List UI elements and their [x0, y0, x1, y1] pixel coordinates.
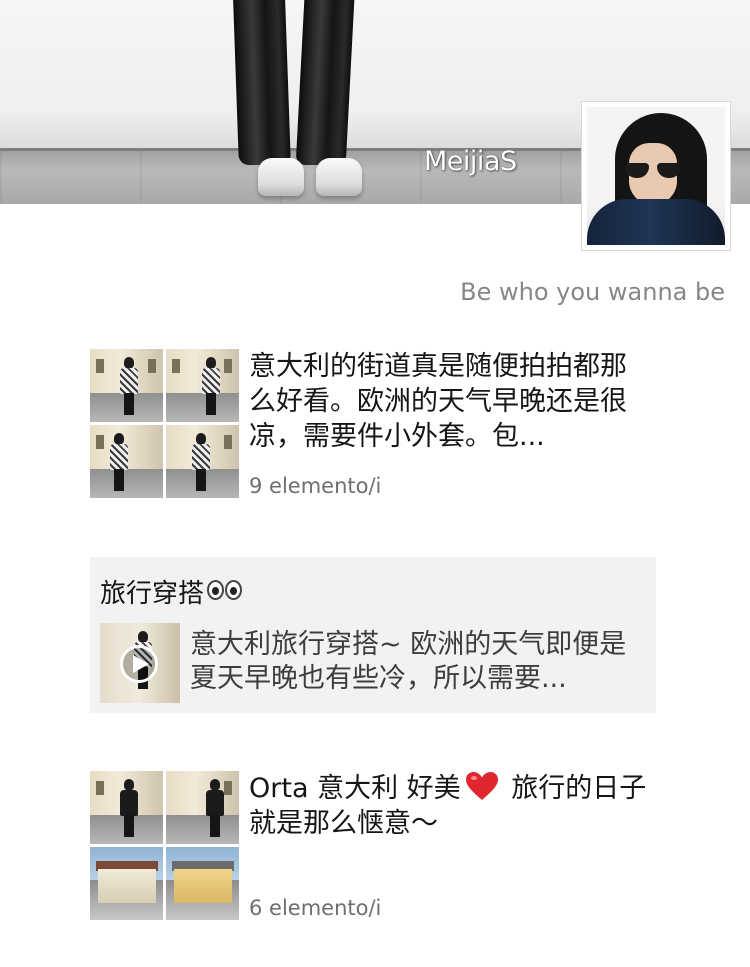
cover-leg-left: [233, 0, 291, 165]
post-text-part: Orta 意大利 好美: [249, 773, 461, 804]
profile-name: MeijiaS: [424, 146, 517, 177]
photo-grid[interactable]: [90, 771, 240, 921]
photo-thumbnail[interactable]: [90, 771, 163, 844]
post-item[interactable]: Orta 意大利 好美 旅行的日子就是那么惬意～ 6 elemento/i: [90, 771, 650, 921]
cover-shoe-right: [316, 158, 362, 196]
photo-thumbnail[interactable]: [166, 771, 239, 844]
photo-thumbnail[interactable]: [166, 847, 239, 920]
photo-thumbnail[interactable]: [90, 847, 163, 920]
avatar-jacket: [587, 199, 725, 245]
photo-thumbnail[interactable]: [90, 425, 163, 498]
eyes-icon: [206, 577, 243, 607]
avatar-photo: [587, 107, 725, 245]
shared-post-title-row: 旅行穿搭: [100, 573, 243, 610]
profile-signature: Be who you wanna be: [460, 278, 725, 306]
photo-count: 6 elemento/i: [249, 896, 382, 920]
avatar[interactable]: [581, 101, 731, 251]
play-icon[interactable]: [120, 645, 158, 683]
post-text: Orta 意大利 好美 旅行的日子就是那么惬意～: [249, 771, 649, 841]
shared-post-text: 意大利旅行穿搭~ 欧洲的天气即便是夏天早晚也有些冷，所以需要...: [190, 629, 627, 694]
video-thumbnail[interactable]: [100, 623, 180, 703]
photo-thumbnail[interactable]: [90, 349, 163, 422]
shared-post-title: 旅行穿搭: [100, 579, 205, 609]
post-item[interactable]: 意大利的街道真是随便拍拍都那么好看。欧洲的天气早晚还是很凉，需要件小外套。包..…: [90, 349, 650, 499]
cover-leg-right: [295, 0, 355, 165]
photo-thumbnail[interactable]: [166, 349, 239, 422]
photo-grid[interactable]: [90, 349, 240, 499]
photo-thumbnail[interactable]: [166, 425, 239, 498]
photo-count: 9 elemento/i: [249, 474, 382, 498]
heart-icon: [465, 772, 498, 800]
shared-post-card[interactable]: 旅行穿搭 意大利旅行穿搭~ 欧洲的天气即便是夏天早晚也有些冷，所以需要...: [90, 557, 656, 713]
cover-shoe-left: [258, 158, 304, 196]
post-text: 意大利的街道真是随便拍拍都那么好看。欧洲的天气早晚还是很凉，需要件小外套。包..…: [249, 351, 627, 452]
sunglasses: [625, 163, 681, 179]
